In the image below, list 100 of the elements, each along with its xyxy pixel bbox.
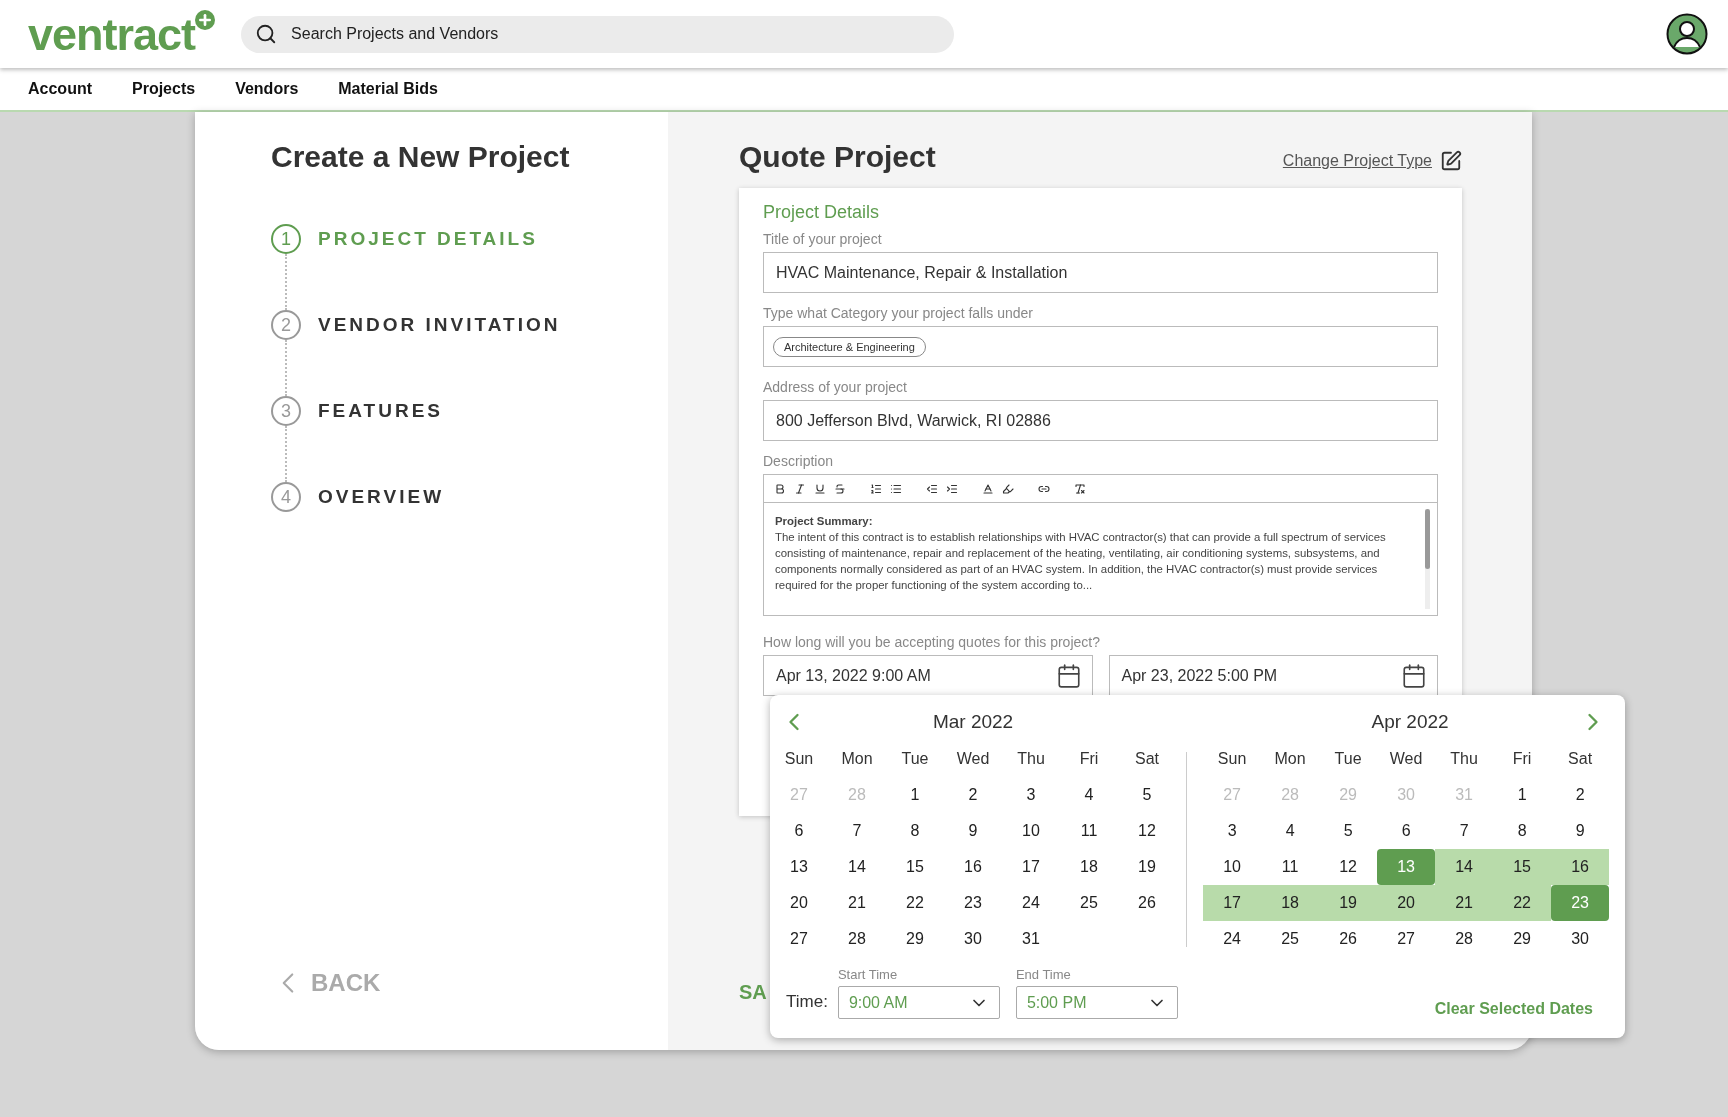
calendar-day[interactable]: 29 (886, 921, 944, 957)
step-label[interactable]: OVERVIEW (318, 486, 445, 508)
nav-link[interactable]: Account (28, 80, 92, 98)
month-title: Apr 2022 (1371, 711, 1449, 733)
calendar-day[interactable]: 15 (886, 849, 944, 885)
calendar-day[interactable]: 15 (1493, 849, 1552, 885)
calendar-day[interactable]: 13 (770, 849, 828, 885)
nav-link[interactable]: Vendors (235, 80, 299, 98)
category-field[interactable]: Architecture & Engineering (763, 326, 1438, 367)
calendar-day[interactable]: 30 (944, 921, 1002, 957)
calendar-day[interactable]: 25 (1261, 921, 1320, 957)
highlight-icon[interactable] (1002, 482, 1014, 495)
change-project-type-link[interactable]: Change Project Type (1282, 150, 1462, 172)
calendar-icon[interactable] (1401, 662, 1427, 689)
calendar-day[interactable]: 6 (770, 813, 828, 849)
search-input[interactable]: Search Projects and Vendors (289, 24, 941, 44)
indent-icon[interactable] (946, 482, 958, 495)
scrollbar[interactable] (1425, 509, 1430, 609)
calendar-day[interactable]: 28 (828, 921, 886, 957)
field-label: Type what Category your project falls under (763, 305, 1035, 321)
calendar-day[interactable]: 26 (1319, 921, 1378, 957)
user-avatar-icon[interactable] (1666, 13, 1708, 55)
nav-link[interactable]: Material Bids (338, 80, 438, 98)
calendar-icon[interactable] (1055, 662, 1082, 689)
plus-icon (195, 9, 216, 30)
calendar-day[interactable]: 4 (1060, 777, 1118, 813)
clear-format-icon[interactable] (1074, 482, 1086, 495)
calendar-day[interactable]: 28 (1435, 921, 1494, 957)
calendar-day[interactable]: 27 (1377, 921, 1436, 957)
italic-icon[interactable] (794, 482, 806, 495)
numbered-list-icon[interactable] (870, 482, 882, 495)
calendar-day[interactable]: 6 (1377, 813, 1436, 849)
page-title: Create a New Project (271, 140, 571, 174)
calendar-day[interactable]: 7 (1435, 813, 1494, 849)
calendar-day[interactable]: 2 (1551, 777, 1610, 813)
calendar-day[interactable]: 16 (1551, 849, 1610, 885)
step-label[interactable]: FEATURES (318, 400, 443, 422)
calendar-day[interactable]: 25 (1060, 885, 1118, 921)
calendar-day[interactable]: 26 (1118, 885, 1176, 921)
calendar-day[interactable]: 27 (770, 921, 828, 957)
calendar-day[interactable]: 24 (1002, 885, 1060, 921)
calendar-day[interactable]: 17 (1203, 885, 1262, 921)
underline-icon[interactable] (814, 482, 826, 495)
outdent-icon[interactable] (926, 482, 938, 495)
calendar-day[interactable]: 5 (1118, 777, 1176, 813)
calendar-day[interactable]: 20 (1377, 885, 1436, 921)
weekday-label: Sat (1567, 749, 1594, 769)
step-number: 3 (271, 396, 301, 426)
calendar-day[interactable]: 22 (886, 885, 944, 921)
calendar-day[interactable]: 14 (828, 849, 886, 885)
calendar-day[interactable]: 7 (828, 813, 886, 849)
calendar-day[interactable]: 10 (1203, 849, 1262, 885)
calendar-day[interactable]: 17 (1002, 849, 1060, 885)
search-field[interactable]: Search Projects and Vendors (241, 15, 955, 53)
field-label: Start Time (837, 967, 899, 982)
step-label[interactable]: VENDOR INVITATION (318, 314, 561, 336)
weekday-label: Thu (1016, 749, 1046, 769)
calendar-day[interactable]: 11 (1060, 813, 1118, 849)
nav-link[interactable]: Projects (132, 80, 196, 98)
text-color-icon[interactable] (982, 482, 994, 495)
calendar-day[interactable]: 9 (1551, 813, 1610, 849)
text-field[interactable]: 800 Jefferson Blvd, Warwick, RI 02886 (763, 400, 1438, 441)
calendar-day[interactable]: 9 (944, 813, 1002, 849)
calendar-day[interactable]: 10 (1002, 813, 1060, 849)
calendar-day[interactable]: 8 (1493, 813, 1552, 849)
calendar-day[interactable]: 18 (1261, 885, 1320, 921)
calendar-day[interactable]: 5 (1319, 813, 1378, 849)
calendar-day[interactable]: 16 (944, 849, 1002, 885)
search-icon (255, 23, 278, 45)
calendar-day[interactable]: 22 (1493, 885, 1552, 921)
calendar-day[interactable]: 19 (1319, 885, 1378, 921)
calendar-day[interactable]: 3 (1002, 777, 1060, 813)
calendar-day[interactable]: 21 (828, 885, 886, 921)
calendar-day[interactable]: 8 (886, 813, 944, 849)
calendar-day[interactable]: 18 (1060, 849, 1118, 885)
calendar-day[interactable]: 19 (1118, 849, 1176, 885)
text-field[interactable]: HVAC Maintenance, Repair & Installation (763, 252, 1438, 293)
description-editor[interactable] (763, 474, 1438, 616)
month-title: Mar 2022 (932, 711, 1014, 733)
calendar-day[interactable]: 30 (1551, 921, 1610, 957)
calendar-day[interactable]: 1 (1493, 777, 1552, 813)
calendar-day[interactable]: 12 (1319, 849, 1378, 885)
bullet-list-icon[interactable] (890, 482, 902, 495)
calendar-day[interactable]: 12 (1118, 813, 1176, 849)
calendar-day[interactable]: 3 (1203, 813, 1262, 849)
edit-icon[interactable] (1440, 150, 1462, 172)
calendar-day[interactable]: 23 (944, 885, 1002, 921)
calendar-day[interactable]: 29 (1493, 921, 1552, 957)
calendar-day[interactable]: 14 (1435, 849, 1494, 885)
calendar-day[interactable]: 31 (1002, 921, 1060, 957)
calendar-day[interactable]: 20 (770, 885, 828, 921)
calendar-day[interactable]: 4 (1261, 813, 1320, 849)
calendar-day[interactable]: 21 (1435, 885, 1494, 921)
calendar-day[interactable]: 2 (944, 777, 1002, 813)
calendar-day[interactable]: 1 (886, 777, 944, 813)
bold-icon[interactable] (774, 482, 786, 495)
calendar-day[interactable]: 11 (1261, 849, 1320, 885)
weekday-label: Wed (955, 749, 991, 769)
strikethrough-icon[interactable] (834, 482, 846, 495)
calendar-day[interactable]: 24 (1203, 921, 1262, 957)
